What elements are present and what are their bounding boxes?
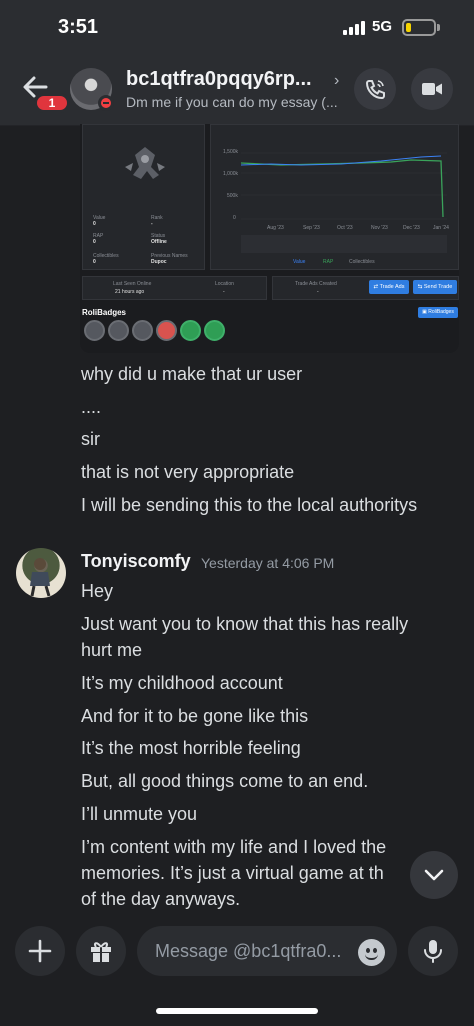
message-text: Just want you to know that this has real…: [81, 614, 409, 634]
send-trade-button[interactable]: ⇆ Send Trade: [413, 280, 457, 294]
message-text: Hey: [81, 581, 114, 601]
message-text: of the day anyways.: [81, 889, 241, 909]
chart-ytick: 1,000k: [223, 171, 239, 177]
rap-series-line: [241, 159, 444, 218]
stat-label-collectibles: Collectibles: [93, 253, 119, 259]
status-bar: 3:51 5G: [0, 0, 474, 58]
stat-rank: -: [151, 221, 153, 227]
network-label: 5G: [372, 18, 393, 35]
trade-ads-button[interactable]: ⇄ Trade Ads: [369, 280, 409, 294]
message-text: I will be sending this to the local auth…: [81, 495, 418, 515]
chart-navigator[interactable]: [241, 235, 447, 253]
location-value: -: [223, 289, 225, 295]
stat-value: 0: [93, 221, 96, 227]
message-text: sir: [81, 429, 100, 449]
message-text: It’s the most horrible feeling: [81, 738, 301, 758]
signal-icon: [343, 21, 367, 35]
message-text: I’m content with my life and I loved the: [81, 837, 387, 857]
message-text: It’s my childhood account: [81, 673, 283, 693]
home-indicator: [156, 1008, 318, 1014]
author-name[interactable]: Tonyiscomfy: [81, 551, 191, 572]
chevron-down-icon: [424, 869, 444, 881]
trade-ads-value: -: [317, 289, 319, 295]
message-text: that is not very appropriate: [81, 462, 295, 482]
legend-rap: RAP: [323, 259, 334, 265]
battery-tip: [437, 24, 440, 31]
badge-icon: [108, 320, 129, 341]
gift-icon: [91, 942, 111, 962]
last-seen-label: Last Seen Online: [113, 281, 152, 287]
chart-xtick: Jan '24: [433, 225, 449, 231]
stat-status: Offline: [151, 239, 167, 245]
chart-xtick: Dec '23: [403, 225, 420, 231]
message-text: But, all good things come to an end.: [81, 771, 369, 791]
rolibadges-button-label: RoliBadges: [428, 309, 454, 315]
image-attachment[interactable]: Value 0 Rank - RAP 0 Status Offline Coll…: [80, 124, 459, 353]
badge-icon: [84, 320, 105, 341]
dnd-status-icon: [98, 95, 114, 111]
unread-badge: 1: [34, 93, 70, 113]
trade-ads-button-label: Trade Ads: [379, 284, 405, 290]
roblox-avatar-image: [125, 147, 165, 179]
chart-ytick: 1,500k: [223, 149, 239, 155]
message-timestamp: Yesterday at 4:06 PM: [201, 555, 335, 571]
chart-xtick: Sep '23: [303, 225, 320, 231]
message-text: And for it to be gone like this: [81, 706, 309, 726]
custom-status: Dm me if you can do my essay (...: [126, 94, 338, 110]
video-icon: [422, 83, 442, 95]
badge-icon: [180, 320, 201, 341]
plus-icon: [28, 939, 52, 963]
last-seen-panel: Last Seen Online 21 hours ago Location -: [82, 276, 267, 300]
message-text: ....: [81, 397, 102, 417]
video-call-button[interactable]: [411, 68, 453, 110]
add-attachment-button[interactable]: [15, 926, 65, 976]
message-text: hurt me: [81, 640, 143, 660]
gift-button[interactable]: [76, 926, 126, 976]
legend-value: Value: [293, 259, 306, 265]
value-chart: [241, 152, 447, 220]
message-text: I’ll unmute you: [81, 804, 198, 824]
battery-icon: [402, 19, 436, 36]
chart-xtick: Aug '23: [267, 225, 284, 231]
status-time: 3:51: [58, 16, 99, 38]
rolibadges-title: RoliBadges: [82, 308, 127, 317]
legend-collectibles: Collectibles: [349, 259, 375, 265]
location-label: Location: [215, 281, 234, 287]
microphone-icon: [424, 940, 442, 963]
page-title[interactable]: bc1qtfra0pqqy6rp...: [126, 68, 334, 91]
stat-previous-names: Dupoc: [151, 259, 167, 265]
jump-to-present-button[interactable]: [410, 851, 458, 899]
last-seen-value: 21 hours ago: [115, 289, 145, 295]
badge-icon: [204, 320, 225, 341]
rolibadges-button[interactable]: ▣ RoliBadges: [418, 307, 458, 318]
message-text: why did u make that ur user: [81, 364, 303, 384]
call-icon: [365, 80, 385, 100]
chevron-right-icon[interactable]: ›: [334, 72, 339, 90]
send-trade-button-label: Send Trade: [423, 284, 453, 290]
avatar-panel: Value 0 Rank - RAP 0 Status Offline Coll…: [82, 124, 205, 270]
badge-icon: [156, 320, 177, 341]
trade-ads-label: Trade Ads Created: [295, 281, 337, 287]
stat-collectibles: 0: [93, 259, 96, 265]
stat-rap: 0: [93, 239, 96, 245]
voice-message-button[interactable]: [408, 926, 458, 976]
badge-icon: [132, 320, 153, 341]
chart-ytick: 500k: [227, 193, 238, 199]
chart-xtick: Nov '23: [371, 225, 388, 231]
value-chart-panel: 1,500k 1,000k 500k 0 Aug '23 Sep '23 Oct…: [210, 124, 459, 270]
author-avatar[interactable]: [16, 548, 66, 598]
chart-ytick: 0: [233, 215, 236, 221]
call-button[interactable]: [354, 68, 396, 110]
chart-xtick: Oct '23: [337, 225, 353, 231]
chat-header: 1 bc1qtfra0pqqy6rp... › Dm me if you can…: [0, 58, 474, 126]
emoji-icon[interactable]: [358, 939, 385, 966]
message-text: memories. It’s just a virtual game at th: [81, 863, 384, 883]
